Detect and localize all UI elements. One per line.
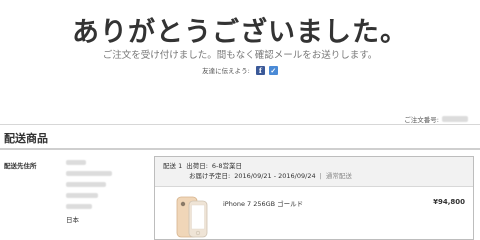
share-bar: 友達に伝えよう: f ✓ bbox=[0, 65, 480, 75]
top-divider bbox=[0, 124, 480, 125]
section-divider bbox=[0, 148, 480, 150]
ship-date-value: 6-8営業日 bbox=[211, 162, 243, 170]
confirmation-subtitle: ご注文を受け付けました。間もなく確認メールをお送りします。 bbox=[102, 50, 378, 61]
delivery-date-label: お届け予定日: bbox=[189, 172, 231, 180]
delivery-date-value: 2016/09/21 - 2016/09/24 bbox=[234, 172, 316, 180]
delivery-separator: | bbox=[319, 172, 322, 180]
twitter-icon[interactable]: ✓ bbox=[268, 65, 278, 75]
ship-date-label: 出荷日: bbox=[186, 162, 208, 170]
order-number: ご注文番号: bbox=[404, 114, 468, 124]
address-line-redacted bbox=[66, 171, 112, 176]
order-number-label: ご注文番号: bbox=[404, 116, 439, 124]
product-price: ¥94,800 bbox=[433, 198, 465, 206]
order-number-redacted bbox=[442, 116, 468, 122]
delivery-row: お届け予定日: 2016/09/21 - 2016/09/24 | 通常配送 bbox=[163, 171, 473, 181]
shipment-header: 配送 1 出荷日: 6-8営業日 お届け予定日: 2016/09/21 - 20… bbox=[155, 157, 473, 187]
address-line-redacted bbox=[66, 204, 92, 209]
ship-date-row: 配送 1 出荷日: 6-8営業日 bbox=[163, 161, 473, 171]
section-title: 配送商品 bbox=[4, 132, 48, 145]
iphone-product-image bbox=[176, 196, 208, 238]
shipping-address-label: 配送先住所 bbox=[4, 162, 37, 170]
address-line-redacted bbox=[66, 193, 98, 198]
address-line-redacted bbox=[66, 182, 106, 187]
shipping-address-redacted bbox=[66, 160, 116, 215]
shipment-title: 配送 1 bbox=[163, 162, 183, 170]
facebook-icon[interactable]: f bbox=[255, 65, 265, 75]
shipping-method: 通常配送 bbox=[325, 172, 352, 180]
share-label: 友達に伝えよう: bbox=[202, 67, 250, 75]
page-title: ありがとうございました。 bbox=[72, 17, 408, 48]
address-line-redacted bbox=[66, 160, 86, 165]
line-item: iPhone 7 256GB ゴールド ¥94,800 bbox=[155, 187, 473, 239]
shipping-country: 日本 bbox=[66, 216, 79, 224]
shipment-box: 配送 1 出荷日: 6-8営業日 お届け予定日: 2016/09/21 - 20… bbox=[154, 156, 474, 240]
product-name: iPhone 7 256GB ゴールド bbox=[223, 200, 304, 208]
